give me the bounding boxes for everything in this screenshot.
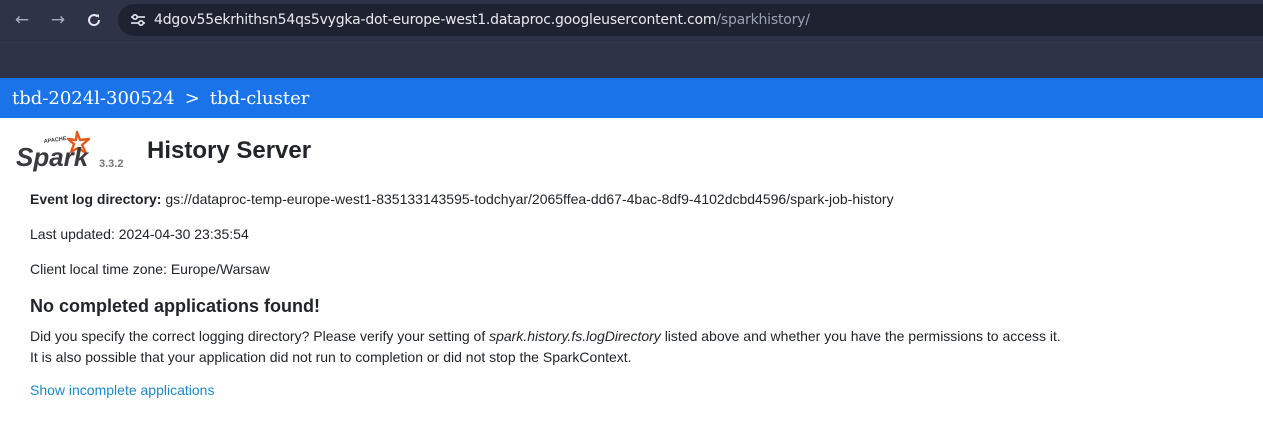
back-arrow-icon[interactable]: ← (4, 0, 40, 40)
help-line1-post: listed above and whether you have the pe… (664, 328, 1061, 344)
timezone-value: Europe/Warsaw (170, 261, 270, 277)
timezone-label: Client local time zone: (30, 261, 167, 277)
last-updated-label: Last updated: (30, 226, 115, 242)
forward-arrow-icon[interactable]: → (40, 0, 76, 40)
client-timezone: Client local time zone: Europe/Warsaw (30, 260, 1263, 295)
breadcrumb-project[interactable]: tbd-2024l-300524 (12, 88, 175, 109)
spark-logo[interactable]: APACHE Spark (14, 130, 98, 172)
event-log-value: gs://dataproc-temp-europe-west1-83513314… (165, 191, 894, 207)
spark-version: 3.3.2 (99, 158, 124, 170)
last-updated-value: 2024-04-30 23:35:54 (118, 226, 249, 242)
breadcrumb-separator: > (184, 87, 200, 109)
event-log-label: Event log directory: (30, 191, 162, 207)
show-incomplete-applications-link[interactable]: Show incomplete applications (30, 382, 214, 398)
spark-logo-wordmark: Spark (16, 142, 90, 172)
browser-toolbar: ← → 4dgov55ekrhithsn54qs5vygka-dot-europ… (0, 0, 1263, 40)
help-text: Did you specify the correct logging dire… (30, 326, 1263, 368)
no-applications-title: No completed applications found! (30, 296, 321, 316)
cluster-breadcrumb: tbd-2024l-300524 > tbd-cluster (0, 78, 1263, 118)
address-bar[interactable]: 4dgov55ekrhithsn54qs5vygka-dot-europe-we… (118, 4, 1263, 36)
help-line2: It is also possible that your applicatio… (30, 349, 632, 365)
help-line1-pre: Did you specify the correct logging dire… (30, 328, 486, 344)
page-title: History Server (147, 137, 312, 164)
browser-bookmarks-strip (0, 40, 1263, 78)
url-path: /sparkhistory/ (716, 12, 810, 28)
page-header: APACHE Spark 3.3.2 History Server (0, 118, 1263, 190)
history-content: Event log directory: gs://dataproc-temp-… (0, 190, 1263, 398)
site-settings-icon[interactable] (122, 4, 154, 36)
help-line1-setting: spark.history.fs.logDirectory (489, 328, 661, 344)
last-updated: Last updated: 2024-04-30 23:35:54 (30, 225, 1263, 260)
url-text[interactable]: 4dgov55ekrhithsn54qs5vygka-dot-europe-we… (154, 12, 810, 28)
breadcrumb-cluster[interactable]: tbd-cluster (210, 88, 310, 109)
url-host: 4dgov55ekrhithsn54qs5vygka-dot-europe-we… (154, 12, 717, 28)
event-log-directory: Event log directory: gs://dataproc-temp-… (30, 190, 1263, 225)
reload-icon[interactable] (76, 0, 112, 40)
